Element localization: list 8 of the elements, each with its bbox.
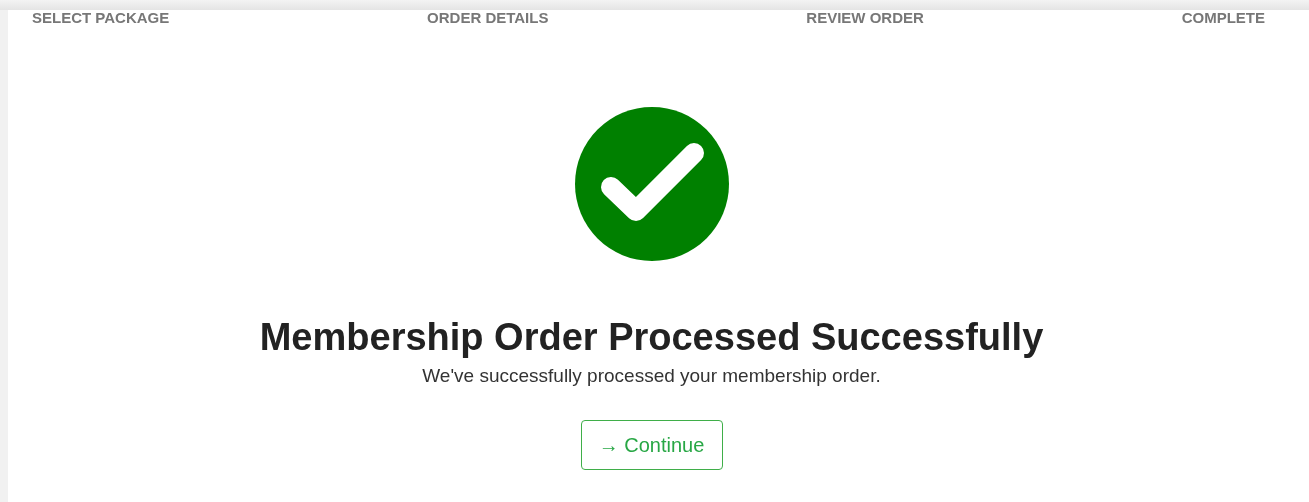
step-label: COMPLETE <box>1181 10 1265 26</box>
continue-button[interactable]: → Continue <box>580 420 723 470</box>
step-label: SELECT PACKAGE <box>32 10 170 26</box>
step-label: ORDER DETAILS <box>427 10 549 26</box>
step-label: REVIEW ORDER <box>806 10 924 26</box>
success-heading: Membership Order Processed Successfully <box>259 315 1044 359</box>
success-check-icon <box>574 107 729 261</box>
success-message: We've successfully processed your membership order. <box>422 365 881 387</box>
